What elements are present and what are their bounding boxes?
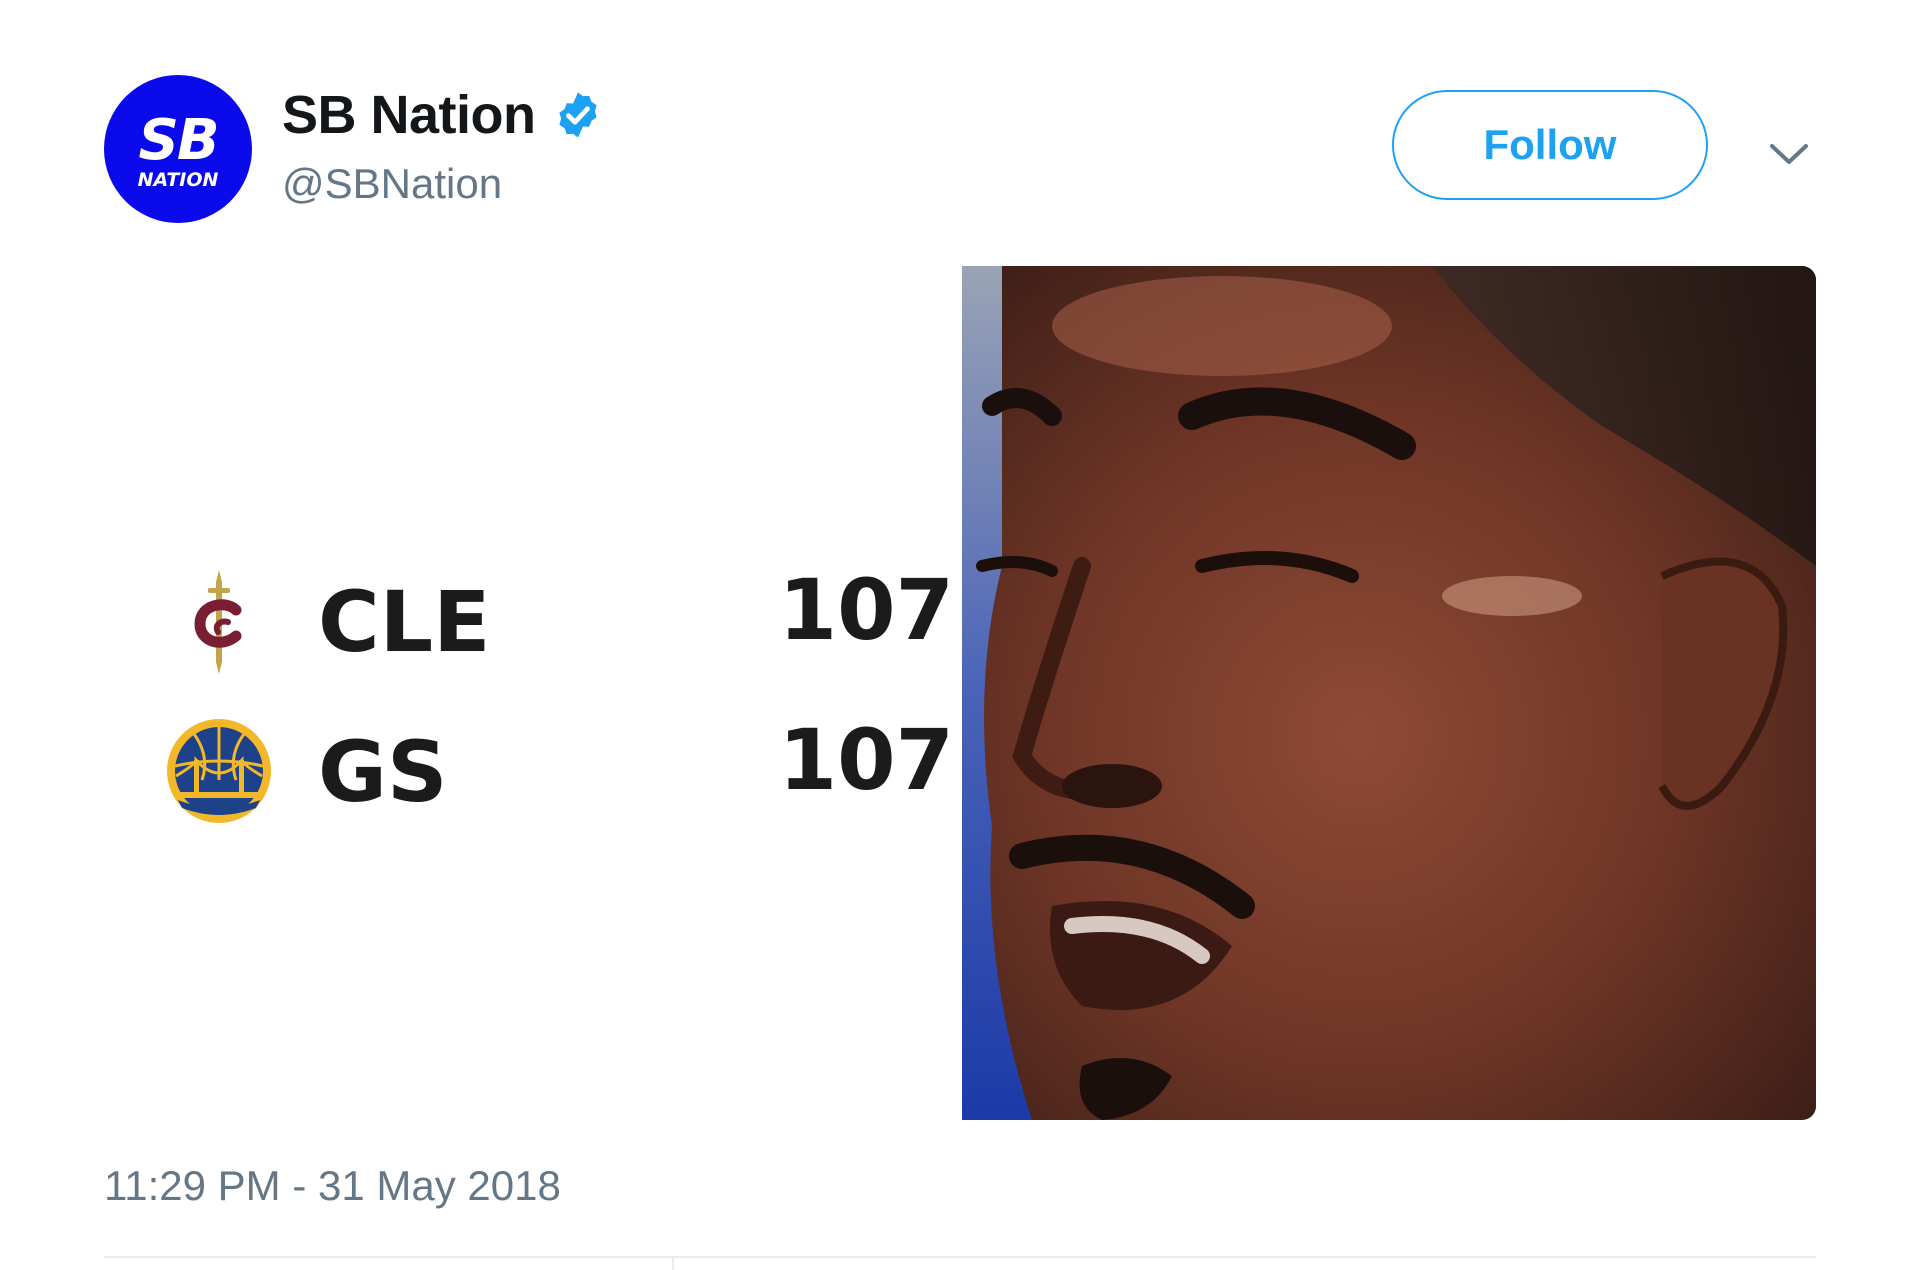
team-row-cle: CLE 107: [164, 556, 954, 686]
avatar-logo-subtext: NATION: [137, 168, 219, 191]
photo-illustration: [962, 266, 1816, 1120]
chevron-down-icon[interactable]: [1766, 134, 1812, 174]
verified-badge-icon: [558, 92, 597, 138]
profile-avatar[interactable]: SB NATION: [104, 75, 252, 223]
avatar-logo-text: SB: [138, 107, 219, 173]
user-info: SB Nation @SBNation: [282, 84, 604, 208]
team-score: 107: [778, 711, 954, 809]
tweet-timestamp[interactable]: 11:29 PM - 31 May 2018: [104, 1162, 561, 1210]
divider-tick: [672, 1256, 674, 1270]
user-handle[interactable]: @SBNation: [282, 160, 604, 208]
display-name[interactable]: SB Nation: [282, 84, 536, 146]
team-abbr: GS: [318, 723, 448, 821]
cavaliers-logo-icon: [194, 570, 242, 674]
team-row-gs: GS 107: [164, 706, 954, 836]
scoreboard-panel: CLE 107 GS 107: [104, 266, 956, 1120]
name-row: SB Nation: [282, 84, 604, 146]
divider: [104, 1256, 1816, 1258]
team-score: 107: [778, 561, 954, 659]
team-abbr: CLE: [318, 573, 491, 671]
follow-button[interactable]: Follow: [1392, 90, 1708, 200]
player-face-photo[interactable]: [962, 266, 1816, 1120]
warriors-logo-icon: [167, 719, 271, 823]
